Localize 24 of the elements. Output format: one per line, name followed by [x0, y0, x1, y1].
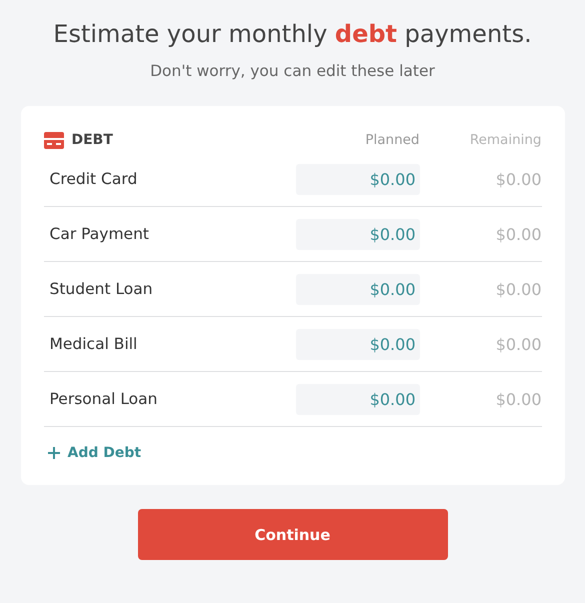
column-header: Planned [364, 132, 420, 148]
remaining-amount: $0.00 [494, 334, 542, 354]
debt-name: Student Loan [48, 280, 154, 298]
page-subheading: Don't worry, you can edit these later [150, 62, 435, 80]
debt-name: Personal Loan [48, 390, 158, 408]
debt-name: Car Payment [48, 225, 150, 243]
remaining-amount: $0.00 [494, 224, 542, 244]
page-heading: Estimate your monthly debt payments. [53, 20, 532, 48]
card-icon [44, 132, 64, 148]
debt-name: Credit Card [48, 170, 138, 188]
planned-field[interactable]: $0.00 [296, 218, 420, 250]
plus-icon [48, 447, 60, 459]
add-debt-link[interactable]: Add Debt [44, 445, 542, 461]
remaining-amount: $0.00 [494, 170, 542, 188]
debt-name: Medical Bill [48, 335, 138, 353]
planned-field[interactable]: $0.00 [296, 274, 420, 304]
planned-field[interactable]: $0.00 [296, 384, 420, 414]
planned-field[interactable]: $0.00 [296, 164, 420, 194]
planned-field[interactable]: $0.00 [296, 328, 420, 360]
section-title: DEBT [72, 132, 113, 148]
continue-button[interactable]: Continue [138, 509, 448, 560]
column-header: Remaining [468, 132, 542, 148]
remaining-amount: $0.00 [494, 280, 542, 298]
remaining-amount: $0.00 [494, 390, 542, 408]
